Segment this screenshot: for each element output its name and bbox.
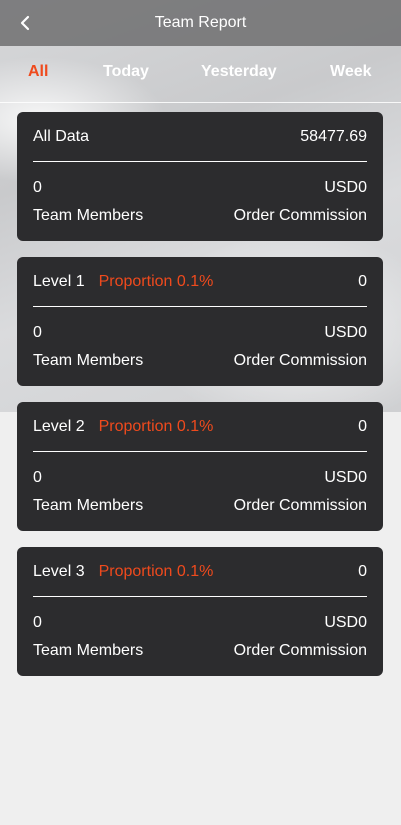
team-members-label: Team Members — [33, 352, 144, 369]
tab-today[interactable]: Today — [103, 63, 149, 81]
card-divider — [33, 596, 367, 597]
card-title: All Data — [33, 128, 90, 145]
card-total: 0 — [358, 563, 367, 580]
page-title: Team Report — [154, 14, 247, 31]
card-title: Level 3 — [33, 563, 85, 580]
card-total: 0 — [358, 418, 367, 435]
tab-week[interactable]: Week — [330, 63, 372, 81]
team-members-value: 0 — [33, 469, 42, 486]
team-members-label: Team Members — [33, 642, 144, 659]
team-members-value: 0 — [33, 179, 42, 196]
order-commission-label: Order Commission — [233, 207, 367, 224]
team-members-label: Team Members — [33, 497, 144, 514]
card-divider — [33, 451, 367, 452]
proportion-label: Proportion 0.1% — [98, 418, 214, 435]
all-data-card: All Data 58477.69 0 USD0 Team Members Or… — [17, 112, 383, 241]
card-title: Level 1 — [33, 273, 85, 290]
date-filter-tabs: All Today Yesterday Week — [0, 46, 401, 103]
team-members-value: 0 — [33, 324, 42, 341]
order-commission-value: USD0 — [324, 324, 367, 341]
back-button[interactable] — [14, 12, 36, 34]
card-total: 58477.69 — [300, 128, 367, 145]
level-1-card: Level 1 Proportion 0.1% 0 0 USD0 Team Mem… — [17, 257, 383, 386]
card-divider — [33, 161, 367, 162]
team-members-label: Team Members — [33, 207, 144, 224]
chevron-left-icon — [20, 15, 30, 31]
level-3-card: Level 3 Proportion 0.1% 0 0 USD0 Team Mem… — [17, 547, 383, 676]
card-title: Level 2 — [33, 418, 85, 435]
card-total: 0 — [358, 273, 367, 290]
level-2-card: Level 2 Proportion 0.1% 0 0 USD0 Team Mem… — [17, 402, 383, 531]
card-divider — [33, 306, 367, 307]
proportion-label: Proportion 0.1% — [98, 273, 214, 290]
order-commission-value: USD0 — [324, 469, 367, 486]
tab-all[interactable]: All — [28, 63, 48, 81]
team-members-value: 0 — [33, 614, 42, 631]
tab-yesterday[interactable]: Yesterday — [201, 63, 277, 81]
proportion-label: Proportion 0.1% — [98, 563, 214, 580]
order-commission-value: USD0 — [324, 179, 367, 196]
order-commission-value: USD0 — [324, 614, 367, 631]
order-commission-label: Order Commission — [233, 642, 367, 659]
app-header: Team Report — [0, 0, 401, 46]
order-commission-label: Order Commission — [233, 352, 367, 369]
order-commission-label: Order Commission — [233, 497, 367, 514]
